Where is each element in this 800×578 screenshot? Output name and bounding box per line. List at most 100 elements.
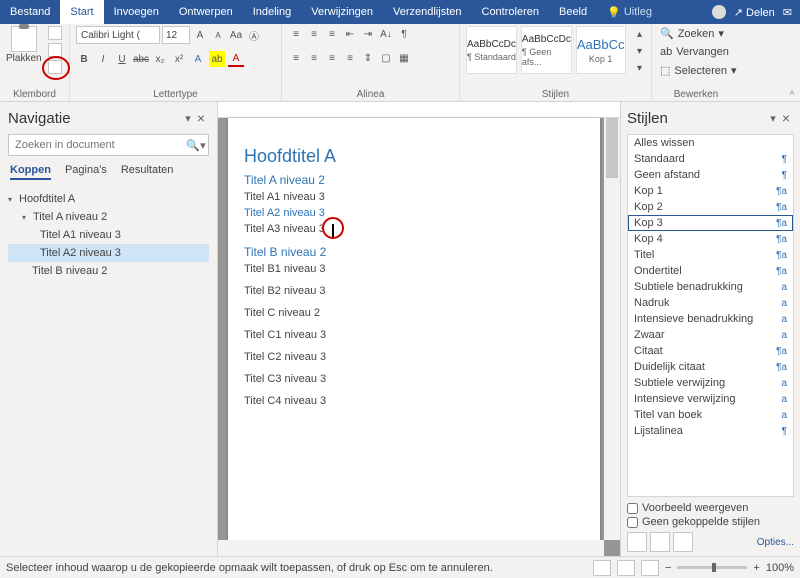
multilevel-button[interactable]: ≡ bbox=[324, 26, 340, 42]
view-web-icon[interactable] bbox=[641, 560, 659, 576]
tab-design[interactable]: Ontwerpen bbox=[169, 0, 243, 24]
style-row[interactable]: Duidelijk citaat¶a bbox=[628, 359, 793, 375]
indent-button[interactable]: ⇥ bbox=[360, 26, 376, 42]
view-read-icon[interactable] bbox=[593, 560, 611, 576]
shading-button[interactable]: ▢ bbox=[378, 50, 394, 66]
styles-up-icon[interactable]: ▴ bbox=[632, 26, 648, 42]
align-right-button[interactable]: ≡ bbox=[324, 50, 340, 66]
vertical-scrollbar[interactable] bbox=[604, 118, 620, 540]
tree-node[interactable]: ▾Titel A niveau 2 bbox=[8, 208, 209, 226]
new-style-icon[interactable] bbox=[627, 532, 647, 552]
style-row[interactable]: Titel van boeka bbox=[628, 407, 793, 423]
line-spacing-button[interactable]: ⇕ bbox=[360, 50, 376, 66]
heading-3[interactable]: Titel A3 niveau 3 bbox=[244, 223, 584, 235]
style-row[interactable]: Alles wissen bbox=[628, 135, 793, 151]
style-row[interactable]: Titel¶a bbox=[628, 247, 793, 263]
nav-menu-icon[interactable]: ▾ bbox=[183, 110, 193, 127]
heading-3[interactable]: Titel C niveau 2 bbox=[244, 307, 584, 319]
font-name-select[interactable]: Calibri Light ( bbox=[76, 26, 160, 44]
heading-3[interactable]: Titel C1 niveau 3 bbox=[244, 329, 584, 341]
change-case-button[interactable]: Aa bbox=[228, 27, 244, 43]
styles-menu-icon[interactable]: ▾ bbox=[768, 110, 778, 127]
clear-format-button[interactable]: Ⓐ bbox=[246, 27, 262, 43]
heading-2[interactable]: Titel A niveau 2 bbox=[244, 173, 584, 187]
style-row[interactable]: Standaard¶ bbox=[628, 151, 793, 167]
nav-search[interactable]: 🔍▾ bbox=[8, 134, 209, 156]
tab-layout[interactable]: Indeling bbox=[243, 0, 302, 24]
manage-styles-icon[interactable] bbox=[673, 532, 693, 552]
tab-help[interactable]: 💡 Uitleg bbox=[597, 0, 662, 24]
styles-expand-icon[interactable]: ▾ bbox=[632, 60, 648, 76]
search-icon[interactable]: 🔍▾ bbox=[184, 135, 208, 155]
style-row[interactable]: Intensieve benadrukkinga bbox=[628, 311, 793, 327]
tab-mailings[interactable]: Verzendlijsten bbox=[383, 0, 472, 24]
styles-close-icon[interactable]: × bbox=[778, 108, 794, 128]
superscript-button[interactable]: x² bbox=[171, 51, 187, 67]
styles-down-icon[interactable]: ▾ bbox=[632, 43, 648, 59]
style-row[interactable]: Intensieve verwijzinga bbox=[628, 391, 793, 407]
italic-button[interactable]: I bbox=[95, 51, 111, 67]
tree-node[interactable]: Titel B niveau 2 bbox=[8, 262, 209, 280]
styles-options-link[interactable]: Opties... bbox=[757, 537, 794, 548]
tab-insert[interactable]: Invoegen bbox=[104, 0, 169, 24]
font-size-select[interactable]: 12 bbox=[162, 26, 190, 44]
style-kop1[interactable]: AaBbCcKop 1 bbox=[576, 26, 626, 74]
font-color-button[interactable]: A bbox=[228, 51, 244, 67]
style-nospacing[interactable]: AaBbCcDc¶ Geen afs... bbox=[521, 26, 572, 74]
heading-1[interactable]: Hoofdtitel A bbox=[244, 146, 584, 167]
tab-references[interactable]: Verwijzingen bbox=[301, 0, 383, 24]
strike-button[interactable]: abc bbox=[133, 51, 149, 67]
zoom-in-icon[interactable]: + bbox=[753, 562, 759, 574]
comments-icon[interactable]: ✉ bbox=[783, 6, 792, 19]
scroll-thumb[interactable] bbox=[606, 118, 618, 178]
style-row[interactable]: Geen afstand¶ bbox=[628, 167, 793, 183]
copy-icon[interactable] bbox=[48, 43, 62, 57]
tab-view[interactable]: Beeld bbox=[549, 0, 597, 24]
nav-tab-results[interactable]: Resultaten bbox=[121, 164, 174, 180]
grow-font-button[interactable]: A bbox=[192, 27, 208, 43]
user-avatar-icon[interactable] bbox=[712, 5, 726, 19]
show-marks-button[interactable]: ¶ bbox=[396, 26, 412, 42]
preview-checkbox[interactable]: Voorbeeld weergeven bbox=[627, 502, 794, 514]
cut-icon[interactable] bbox=[48, 26, 62, 40]
style-row[interactable]: Kop 2¶a bbox=[628, 199, 793, 215]
heading-3[interactable]: Titel A1 niveau 3 bbox=[244, 191, 584, 203]
heading-3[interactable]: Titel C4 niveau 3 bbox=[244, 395, 584, 407]
tree-node[interactable]: ▾Hoofdtitel A bbox=[8, 190, 209, 208]
ruler[interactable] bbox=[218, 102, 620, 118]
sort-button[interactable]: A↓ bbox=[378, 26, 394, 42]
text-effects-button[interactable]: A bbox=[190, 51, 206, 67]
heading-2[interactable]: Titel A2 niveau 3 bbox=[244, 207, 584, 219]
borders-button[interactable]: ▦ bbox=[396, 50, 412, 66]
numbering-button[interactable]: ≡ bbox=[306, 26, 322, 42]
zoom-value[interactable]: 100% bbox=[766, 562, 794, 574]
align-left-button[interactable]: ≡ bbox=[288, 50, 304, 66]
style-row[interactable]: Kop 4¶a bbox=[628, 231, 793, 247]
style-row[interactable]: Kop 1¶a bbox=[628, 183, 793, 199]
find-button[interactable]: 🔍 Zoeken ▾ bbox=[658, 26, 726, 41]
nav-search-input[interactable] bbox=[9, 135, 184, 155]
style-row[interactable]: Citaat¶a bbox=[628, 343, 793, 359]
zoom-out-icon[interactable]: − bbox=[665, 562, 671, 574]
tab-file[interactable]: Bestand bbox=[0, 0, 60, 24]
highlight-button[interactable]: ab bbox=[209, 51, 225, 67]
heading-3[interactable]: Titel B2 niveau 3 bbox=[244, 285, 584, 297]
view-print-icon[interactable] bbox=[617, 560, 635, 576]
nav-tab-headings[interactable]: Koppen bbox=[10, 164, 51, 180]
select-button[interactable]: ⬚ Selecteren ▾ bbox=[658, 63, 739, 78]
horizontal-scrollbar[interactable] bbox=[218, 540, 604, 556]
bullets-button[interactable]: ≡ bbox=[288, 26, 304, 42]
format-painter-icon[interactable] bbox=[48, 60, 62, 74]
style-row[interactable]: Subtiele benadrukkinga bbox=[628, 279, 793, 295]
replace-button[interactable]: ab Vervangen bbox=[658, 45, 731, 59]
bold-button[interactable]: B bbox=[76, 51, 92, 67]
tree-node-selected[interactable]: Titel A2 niveau 3 bbox=[8, 244, 209, 262]
justify-button[interactable]: ≡ bbox=[342, 50, 358, 66]
style-standard[interactable]: AaBbCcDc¶ Standaard bbox=[466, 26, 517, 74]
tree-node[interactable]: Titel A1 niveau 3 bbox=[8, 226, 209, 244]
linked-checkbox[interactable]: Geen gekoppelde stijlen bbox=[627, 516, 794, 528]
heading-2[interactable]: Titel B niveau 2 bbox=[244, 245, 584, 259]
paste-button[interactable]: Plakken bbox=[6, 26, 42, 64]
style-row[interactable]: Lijstalinea¶ bbox=[628, 423, 793, 439]
page[interactable]: Hoofdtitel A Titel A niveau 2 Titel A1 n… bbox=[228, 118, 600, 556]
